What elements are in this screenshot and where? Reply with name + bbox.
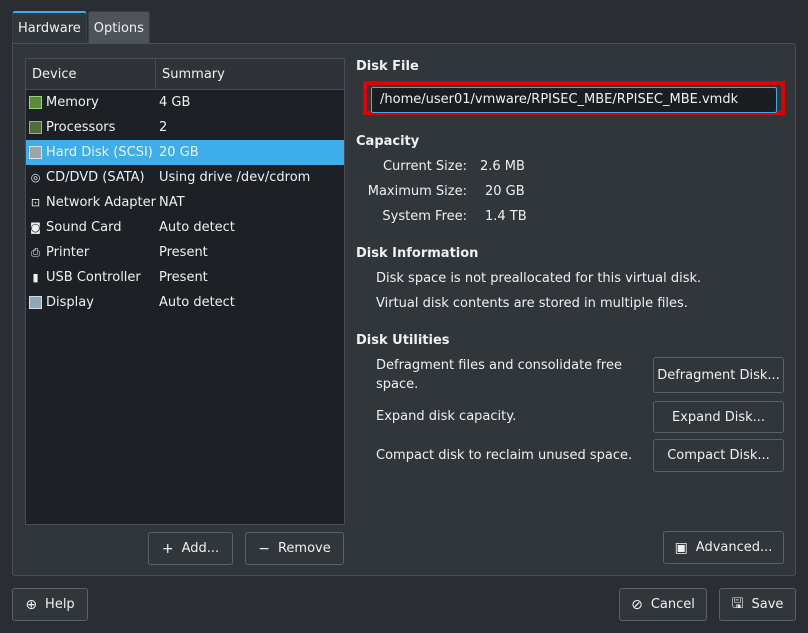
remove-device-button[interactable]: − Remove	[245, 532, 344, 565]
maximum-size-label: Maximum Size:	[367, 184, 467, 199]
device-row-hard-disk[interactable]: Hard Disk (SCSI) 20 GB	[26, 140, 344, 165]
capacity-heading: Capacity	[356, 134, 420, 149]
disk-file-heading: Disk File	[356, 59, 419, 74]
defragment-disk-button[interactable]: Defragment Disk...	[653, 357, 784, 393]
device-row-printer[interactable]: ⎙ Printer Present	[26, 240, 344, 265]
tab-options[interactable]: Options	[87, 11, 150, 44]
device-summary: 20 GB	[159, 145, 199, 160]
device-name: Printer	[46, 245, 90, 260]
maximum-size-value: 20 GB	[485, 184, 525, 199]
minus-icon: −	[258, 540, 270, 557]
cpu-icon	[29, 121, 42, 134]
device-name: USB Controller	[46, 270, 141, 285]
disk-utilities-heading: Disk Utilities	[356, 333, 450, 348]
device-row-sound[interactable]: ◙ Sound Card Auto detect	[26, 215, 344, 240]
cdrom-icon: ◎	[30, 171, 41, 184]
device-summary: 2	[159, 120, 168, 135]
advanced-button[interactable]: ▣ Advanced...	[663, 531, 784, 564]
device-name: CD/DVD (SATA)	[46, 170, 145, 185]
system-free-value: 1.4 TB	[485, 209, 527, 224]
add-device-button[interactable]: + Add...	[148, 532, 233, 565]
highlight-box: /home/user01/vmware/RPISEC_MBE/RPISEC_MB…	[363, 81, 785, 115]
device-row-display[interactable]: Display Auto detect	[26, 290, 344, 315]
memory-icon	[29, 96, 42, 109]
device-name: Display	[46, 295, 94, 310]
cancel-button[interactable]: ⊘ Cancel	[619, 588, 707, 621]
device-name: Network Adapter	[46, 195, 156, 210]
device-summary: Auto detect	[159, 220, 235, 235]
column-summary[interactable]: Summary	[156, 59, 225, 89]
help-button[interactable]: ⊕ Help	[12, 588, 88, 621]
device-summary: 4 GB	[159, 95, 191, 110]
defragment-description-2: space.	[376, 377, 419, 392]
hard-disk-icon	[29, 146, 42, 159]
current-size-label: Current Size:	[382, 159, 467, 174]
plus-icon: +	[161, 540, 174, 557]
device-row-network[interactable]: ⊡ Network Adapter NAT	[26, 190, 344, 215]
sound-icon: ◙	[30, 221, 41, 234]
device-summary: Present	[159, 245, 208, 260]
display-icon	[29, 296, 42, 309]
device-name: Memory	[46, 95, 99, 110]
device-list-header: Device Summary	[26, 59, 344, 90]
device-name: Sound Card	[46, 220, 122, 235]
device-list[interactable]: Device Summary Memory 4 GB Processors 2 …	[25, 58, 345, 525]
device-row-usb[interactable]: ▮ USB Controller Present	[26, 265, 344, 290]
defragment-description-1: Defragment files and consolidate free	[376, 358, 622, 373]
compact-disk-button[interactable]: Compact Disk...	[653, 439, 784, 472]
advanced-icon: ▣	[674, 539, 688, 556]
column-device[interactable]: Device	[26, 59, 156, 89]
device-row-memory[interactable]: Memory 4 GB	[26, 90, 344, 115]
printer-icon: ⎙	[31, 246, 40, 259]
device-summary: Present	[159, 270, 208, 285]
device-summary: Auto detect	[159, 295, 235, 310]
compact-description: Compact disk to reclaim unused space.	[376, 448, 633, 463]
cancel-icon: ⊘	[631, 596, 643, 613]
network-icon: ⊡	[30, 196, 41, 209]
usb-icon: ▮	[32, 271, 39, 284]
disk-file-path-input[interactable]: /home/user01/vmware/RPISEC_MBE/RPISEC_MB…	[371, 87, 777, 113]
help-icon: ⊕	[25, 596, 38, 613]
disk-info-line-1: Disk space is not preallocated for this …	[376, 271, 702, 286]
save-icon: 🖫	[731, 595, 744, 612]
save-button[interactable]: 🖫 Save	[719, 588, 796, 621]
device-name: Processors	[46, 120, 116, 135]
disk-info-heading: Disk Information	[356, 246, 479, 261]
device-row-processors[interactable]: Processors 2	[26, 115, 344, 140]
system-free-label: System Free:	[382, 209, 467, 224]
current-size-value: 2.6 MB	[480, 159, 525, 174]
device-name: Hard Disk (SCSI)	[46, 145, 153, 160]
device-row-cdrom[interactable]: ◎ CD/DVD (SATA) Using drive /dev/cdrom	[26, 165, 344, 190]
expand-disk-button[interactable]: Expand Disk...	[653, 401, 784, 433]
disk-info-line-2: Virtual disk contents are stored in mult…	[376, 296, 688, 311]
expand-description: Expand disk capacity.	[376, 409, 517, 424]
tab-bar: Hardware Options	[12, 11, 151, 44]
tab-hardware[interactable]: Hardware	[12, 11, 87, 44]
device-summary: NAT	[159, 195, 185, 210]
device-summary: Using drive /dev/cdrom	[159, 170, 311, 185]
